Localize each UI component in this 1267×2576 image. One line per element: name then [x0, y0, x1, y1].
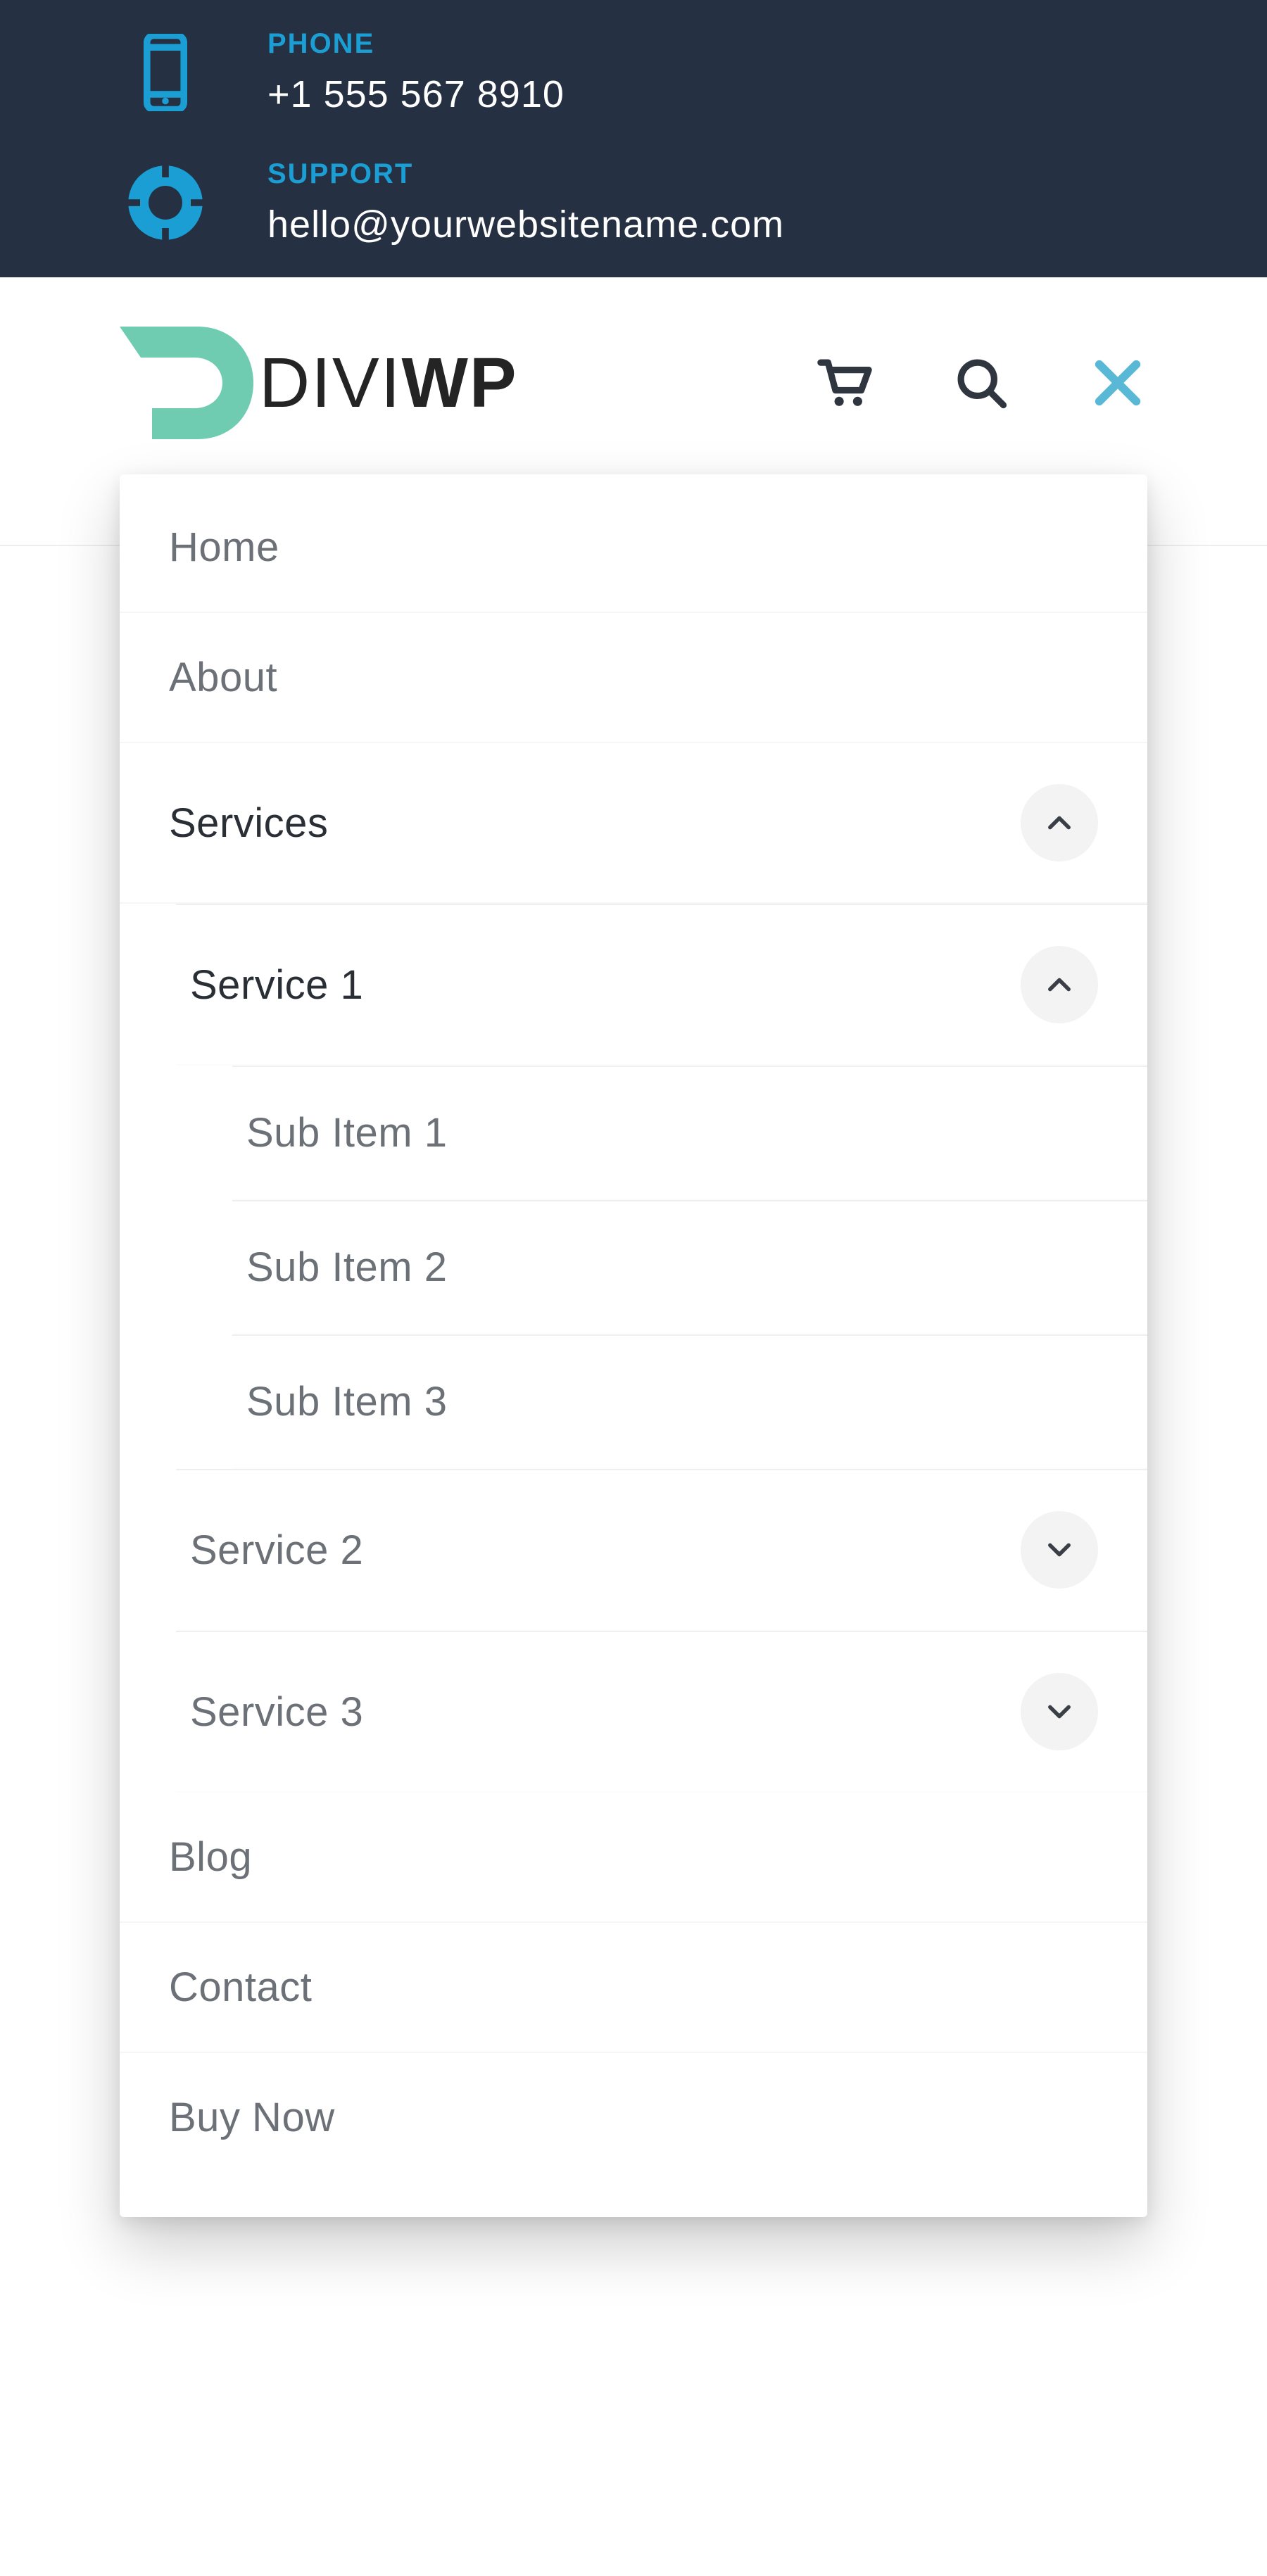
- site-logo[interactable]: DIVIWP: [120, 327, 518, 439]
- nav-item-label: Services: [169, 800, 328, 847]
- nav-item-blog[interactable]: Blog: [120, 1793, 1147, 1923]
- chevron-down-icon: [1044, 1696, 1075, 1727]
- chevron-up-icon: [1044, 969, 1075, 1000]
- logo-text-bold: WP: [401, 343, 517, 422]
- close-menu-icon[interactable]: [1088, 353, 1147, 412]
- expand-toggle[interactable]: [1021, 1511, 1098, 1589]
- phone-icon: [120, 34, 211, 111]
- nav-item-sub-2[interactable]: Sub Item 2: [232, 1200, 1147, 1334]
- collapse-toggle[interactable]: [1021, 784, 1098, 861]
- expand-toggle[interactable]: [1021, 1673, 1098, 1750]
- nav-item-label: Sub Item 2: [246, 1244, 447, 1291]
- phone-number[interactable]: +1 555 567 8910: [267, 72, 565, 116]
- lifebuoy-icon: [120, 160, 211, 245]
- topbar-support-row: SUPPORT hello@yourwebsitename.com: [0, 158, 1267, 246]
- topbar-phone-row: PHONE +1 555 567 8910: [0, 28, 1267, 116]
- phone-label: PHONE: [267, 28, 565, 60]
- mobile-nav-menu: Home About Services Service 1: [120, 474, 1147, 2217]
- logo-text: DIVIWP: [259, 348, 518, 418]
- topbar: PHONE +1 555 567 8910 SUPPORT hello@your…: [0, 0, 1267, 277]
- nav-item-home[interactable]: Home: [120, 474, 1147, 613]
- nav-item-label: Service 3: [190, 1688, 363, 1736]
- nav-item-label: Sub Item 1: [246, 1109, 447, 1156]
- collapse-toggle[interactable]: [1021, 946, 1098, 1023]
- nav-item-service-3[interactable]: Service 3: [176, 1631, 1147, 1793]
- nav-item-label: Service 2: [190, 1527, 363, 1574]
- search-icon[interactable]: [952, 353, 1011, 412]
- nav-item-sub-1[interactable]: Sub Item 1: [232, 1066, 1147, 1200]
- nav-item-label: About: [169, 654, 277, 701]
- logo-text-thin: DIVI: [259, 343, 401, 422]
- chevron-down-icon: [1044, 1534, 1075, 1565]
- services-submenu: Service 1 Sub Item 1 Sub Item 2: [120, 904, 1147, 1793]
- nav-item-contact[interactable]: Contact: [120, 1923, 1147, 2053]
- cart-icon[interactable]: [815, 353, 874, 412]
- nav-item-sub-3[interactable]: Sub Item 3: [232, 1334, 1147, 1469]
- nav-item-label: Sub Item 3: [246, 1378, 447, 1425]
- nav-item-services[interactable]: Services: [120, 743, 1147, 904]
- support-label: SUPPORT: [267, 158, 784, 190]
- header: DIVIWP: [0, 277, 1267, 546]
- logo-mark-icon: [120, 327, 253, 439]
- nav-item-about[interactable]: About: [120, 613, 1147, 743]
- support-email[interactable]: hello@yourwebsitename.com: [267, 203, 784, 246]
- nav-item-label: Buy Now: [169, 2094, 335, 2141]
- nav-item-label: Contact: [169, 1964, 312, 2011]
- service-1-submenu: Sub Item 1 Sub Item 2 Sub Item 3: [176, 1066, 1147, 1469]
- nav-item-label: Blog: [169, 1833, 252, 1881]
- nav-item-service-2[interactable]: Service 2: [176, 1469, 1147, 1631]
- nav-item-label: Home: [169, 524, 279, 571]
- nav-item-label: Service 1: [190, 961, 363, 1009]
- nav-item-service-1[interactable]: Service 1: [176, 904, 1147, 1066]
- nav-item-buy-now[interactable]: Buy Now: [120, 2053, 1147, 2182]
- chevron-up-icon: [1044, 807, 1075, 838]
